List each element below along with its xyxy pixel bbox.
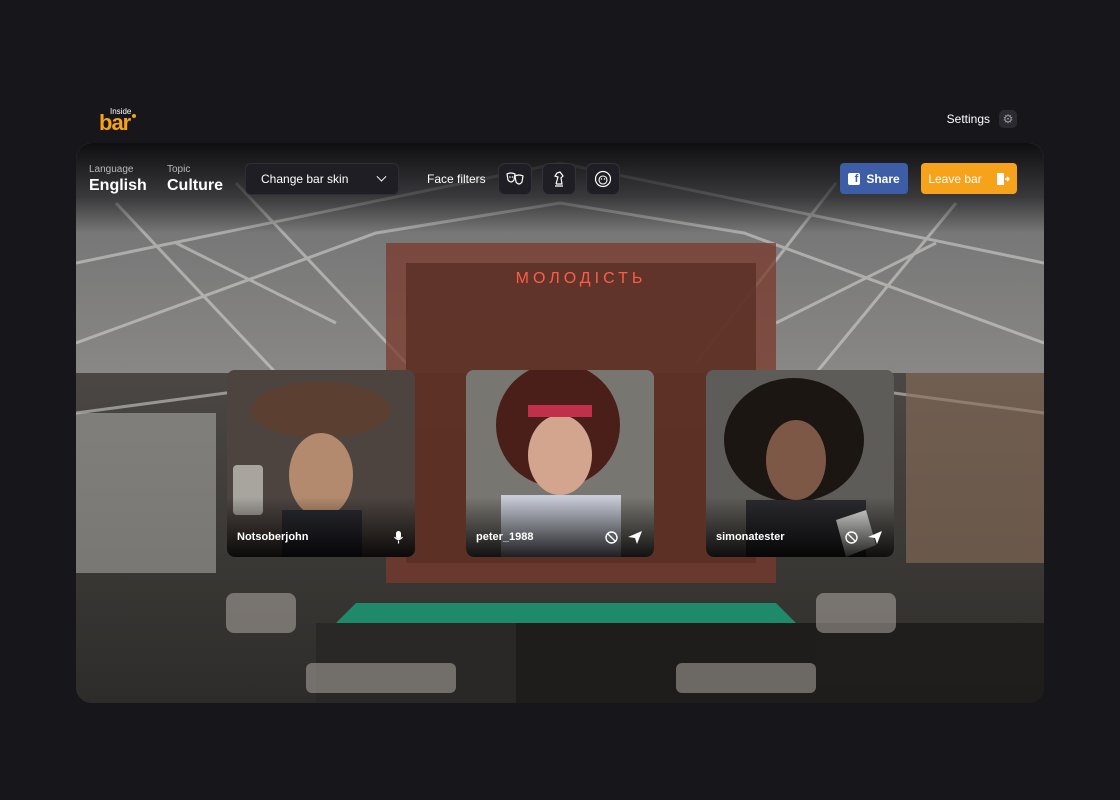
- settings-button[interactable]: Settings ⚙: [947, 110, 1017, 128]
- tile-gradient: [227, 497, 415, 557]
- leave-label: Leave bar: [928, 171, 982, 186]
- facebook-icon: f: [848, 172, 861, 185]
- bar-room-scene: МОЛОДІСТЬ Language English Topic Culture…: [76, 143, 1044, 703]
- participant-name: peter_1988: [476, 531, 534, 543]
- send-icon[interactable]: [628, 531, 642, 544]
- exit-door-icon: [996, 172, 1010, 185]
- participant-name: Notsoberjohn: [237, 531, 309, 543]
- face-filters-label: Face filters: [427, 172, 486, 186]
- skin-dropdown-label: Change bar skin: [261, 172, 349, 186]
- participant-tile[interactable]: simonatester: [706, 370, 894, 557]
- microphone-icon[interactable]: [394, 531, 403, 544]
- topic-info: Topic Culture: [167, 164, 223, 195]
- participant-tile[interactable]: peter_1988: [466, 370, 654, 557]
- logo-dot: [132, 114, 136, 118]
- topic-label: Topic: [167, 164, 191, 175]
- filter-lion-button[interactable]: [586, 163, 620, 195]
- logo-big-text: bar: [99, 110, 131, 135]
- leave-bar-button[interactable]: Leave bar: [921, 163, 1017, 194]
- inside-bar-logo[interactable]: Inside bar: [99, 108, 139, 134]
- send-icon[interactable]: [868, 531, 882, 544]
- language-value: English: [89, 177, 147, 194]
- chevron-down-icon: [376, 171, 387, 182]
- language-label: Language: [89, 164, 134, 175]
- settings-label: Settings: [946, 112, 990, 126]
- chess-knight-icon: [554, 171, 564, 187]
- block-icon[interactable]: [605, 531, 618, 544]
- share-button[interactable]: f Share: [840, 163, 908, 194]
- participant-name: simonatester: [716, 531, 785, 543]
- tile-gradient: [466, 497, 654, 557]
- topic-value: Culture: [167, 177, 223, 194]
- filter-knight-button[interactable]: [542, 163, 576, 195]
- change-bar-skin-dropdown[interactable]: Change bar skin: [245, 163, 399, 195]
- gear-icon: ⚙: [999, 110, 1017, 128]
- filter-masks-button[interactable]: [498, 163, 532, 195]
- language-info: Language English: [89, 164, 147, 195]
- participant-tile[interactable]: Notsoberjohn: [227, 370, 415, 557]
- lion-icon: [594, 170, 612, 188]
- tile-gradient: [706, 497, 894, 557]
- share-label: Share: [866, 171, 900, 186]
- block-icon[interactable]: [845, 531, 858, 544]
- theater-masks-icon: [506, 172, 524, 185]
- neon-sign: МОЛОДІСТЬ: [516, 270, 647, 287]
